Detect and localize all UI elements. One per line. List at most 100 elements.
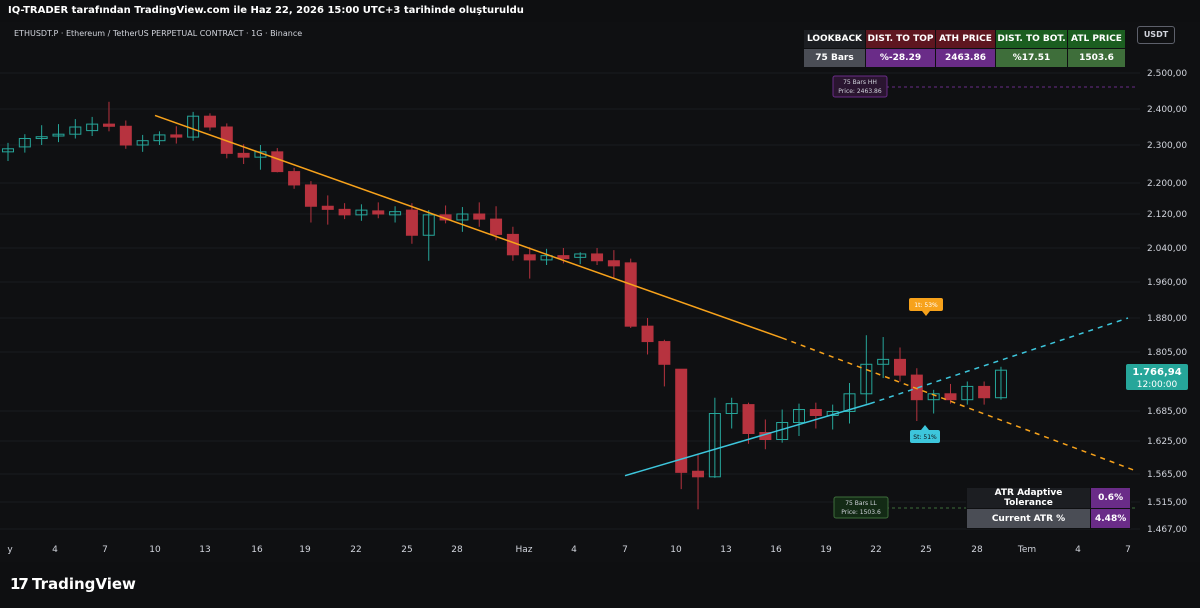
candle-body (658, 341, 671, 365)
price-tick-label: 2.200,00 (1147, 179, 1187, 189)
stats-value-ath: 2463.86 (935, 48, 996, 68)
price-tick-label: 2.120,00 (1147, 210, 1187, 220)
currency-badge[interactable]: USDT (1137, 26, 1175, 44)
atr-tolerance-value: 0.6% (1089, 487, 1132, 509)
candle-body (288, 171, 301, 186)
stats-header-atl: ATL PRICE (1067, 29, 1126, 49)
tradingview-logo-icon: 17 (10, 575, 29, 593)
stats-table: LOOKBACK DIST. TO TOP ATH PRICE DIST. TO… (803, 29, 1126, 68)
tradingview-logo-text: TradingView (32, 575, 136, 593)
time-tick-label: 22 (870, 545, 881, 555)
stats-header-dist-top: DIST. TO TOP (865, 29, 936, 49)
current-price-value: 1.766,94 (1132, 367, 1181, 378)
hh-marker-label: 75 Bars HH (843, 79, 877, 86)
candle-body (237, 152, 250, 158)
time-tick-label: 4 (1075, 545, 1081, 555)
stats-value-atl: 1503.6 (1067, 48, 1126, 68)
time-tick-label: 7 (102, 545, 108, 555)
candle-body (203, 115, 216, 128)
candle-body (607, 260, 620, 267)
candle-body (473, 213, 486, 220)
time-tick-label: y (7, 545, 13, 555)
support-projection (869, 317, 1129, 405)
price-tick-label: 2.300,00 (1147, 141, 1187, 151)
current-atr-value: 4.48% (1089, 508, 1132, 529)
symbol-line: ETHUSDT.P · Ethereum / TetherUS PERPETUA… (14, 29, 303, 38)
candle-body (372, 210, 385, 215)
time-tick-label: 7 (1125, 545, 1131, 555)
footer (0, 562, 1200, 608)
price-tick-label: 1.685,00 (1147, 407, 1187, 417)
price-tick-label: 2.400,00 (1147, 105, 1187, 115)
atr-table: ATR Adaptive Tolerance 0.6% Current ATR … (966, 487, 1132, 529)
candle-body (944, 393, 957, 401)
candle-body (675, 368, 688, 473)
candle-body (490, 218, 503, 235)
resistance-percent-label: 1t: 53% (914, 302, 938, 309)
time-tick-label: Tem (1017, 545, 1036, 555)
candle-body (170, 134, 183, 138)
current-price-time: 12:00:00 (1137, 380, 1178, 390)
time-tick-label: 4 (571, 545, 577, 555)
ll-marker-price: Price: 1503.6 (841, 509, 881, 516)
time-tick-label: 25 (401, 545, 412, 555)
candle-body (321, 205, 334, 210)
candle-body (692, 470, 705, 478)
stats-value-dist-top: %-28.29 (865, 48, 936, 68)
time-tick-label: 13 (720, 545, 731, 555)
candle-body (978, 385, 991, 399)
candle-body (624, 262, 637, 327)
time-tick-label: 25 (920, 545, 931, 555)
time-tick-label: 13 (199, 545, 210, 555)
candle-body (523, 254, 536, 261)
time-tick-label: 7 (622, 545, 628, 555)
candle-body (338, 208, 351, 216)
price-tick-label: 1.880,00 (1147, 314, 1187, 324)
time-tick-label: 28 (971, 545, 983, 555)
price-tick-label: 1.625,00 (1147, 437, 1187, 447)
candle-body (119, 125, 132, 146)
tradingview-logo[interactable]: 17 TradingView (10, 575, 136, 593)
time-tick-label: 22 (350, 545, 361, 555)
resistance-percent-pointer (922, 311, 930, 316)
ll-marker-label: 75 Bars LL (845, 500, 877, 507)
time-tick-label: 16 (770, 545, 782, 555)
candle-body (405, 209, 418, 236)
time-tick-label: 10 (670, 545, 682, 555)
price-tick-label: 2.040,00 (1147, 244, 1187, 254)
candle-body (102, 123, 115, 127)
price-tick-label: 1.515,00 (1147, 498, 1187, 508)
resistance-projection (781, 337, 1135, 471)
time-tick-label: 19 (299, 545, 311, 555)
candle-body (304, 184, 317, 207)
price-tick-label: 2.500,00 (1147, 69, 1187, 79)
support-percent-pointer (921, 425, 929, 430)
candle-body (591, 253, 604, 262)
time-tick-label: 28 (451, 545, 463, 555)
stats-value-lookback: 75 Bars (803, 48, 866, 68)
time-tick-label: 16 (251, 545, 263, 555)
price-tick-label: 1.565,00 (1147, 470, 1187, 480)
candle-body (742, 404, 755, 435)
candle-body (641, 325, 654, 343)
price-tick-label: 1.467,00 (1147, 525, 1187, 535)
time-tick-label: 10 (149, 545, 161, 555)
stats-header-lookback: LOOKBACK (803, 29, 866, 49)
candle-body (893, 358, 906, 376)
stats-header-dist-bot: DIST. TO BOT. (995, 29, 1068, 49)
candle-body (557, 255, 570, 260)
candle-body (271, 151, 284, 173)
time-tick-label: 19 (820, 545, 832, 555)
price-tick-label: 1.960,00 (1147, 278, 1187, 288)
stats-value-dist-bot: %17.51 (995, 48, 1068, 68)
resistance-line (154, 114, 783, 339)
support-percent-label: St: 51% (913, 434, 937, 441)
hh-marker-price: Price: 2463.86 (838, 88, 882, 95)
stats-header-ath: ATH PRICE (935, 29, 996, 49)
atr-tolerance-label: ATR Adaptive Tolerance (966, 487, 1091, 509)
candle-body (809, 409, 822, 416)
time-tick-label: Haz (515, 545, 532, 555)
current-atr-label: Current ATR % (966, 508, 1091, 529)
time-tick-label: 4 (52, 545, 58, 555)
price-tick-label: 1.805,00 (1147, 348, 1187, 358)
